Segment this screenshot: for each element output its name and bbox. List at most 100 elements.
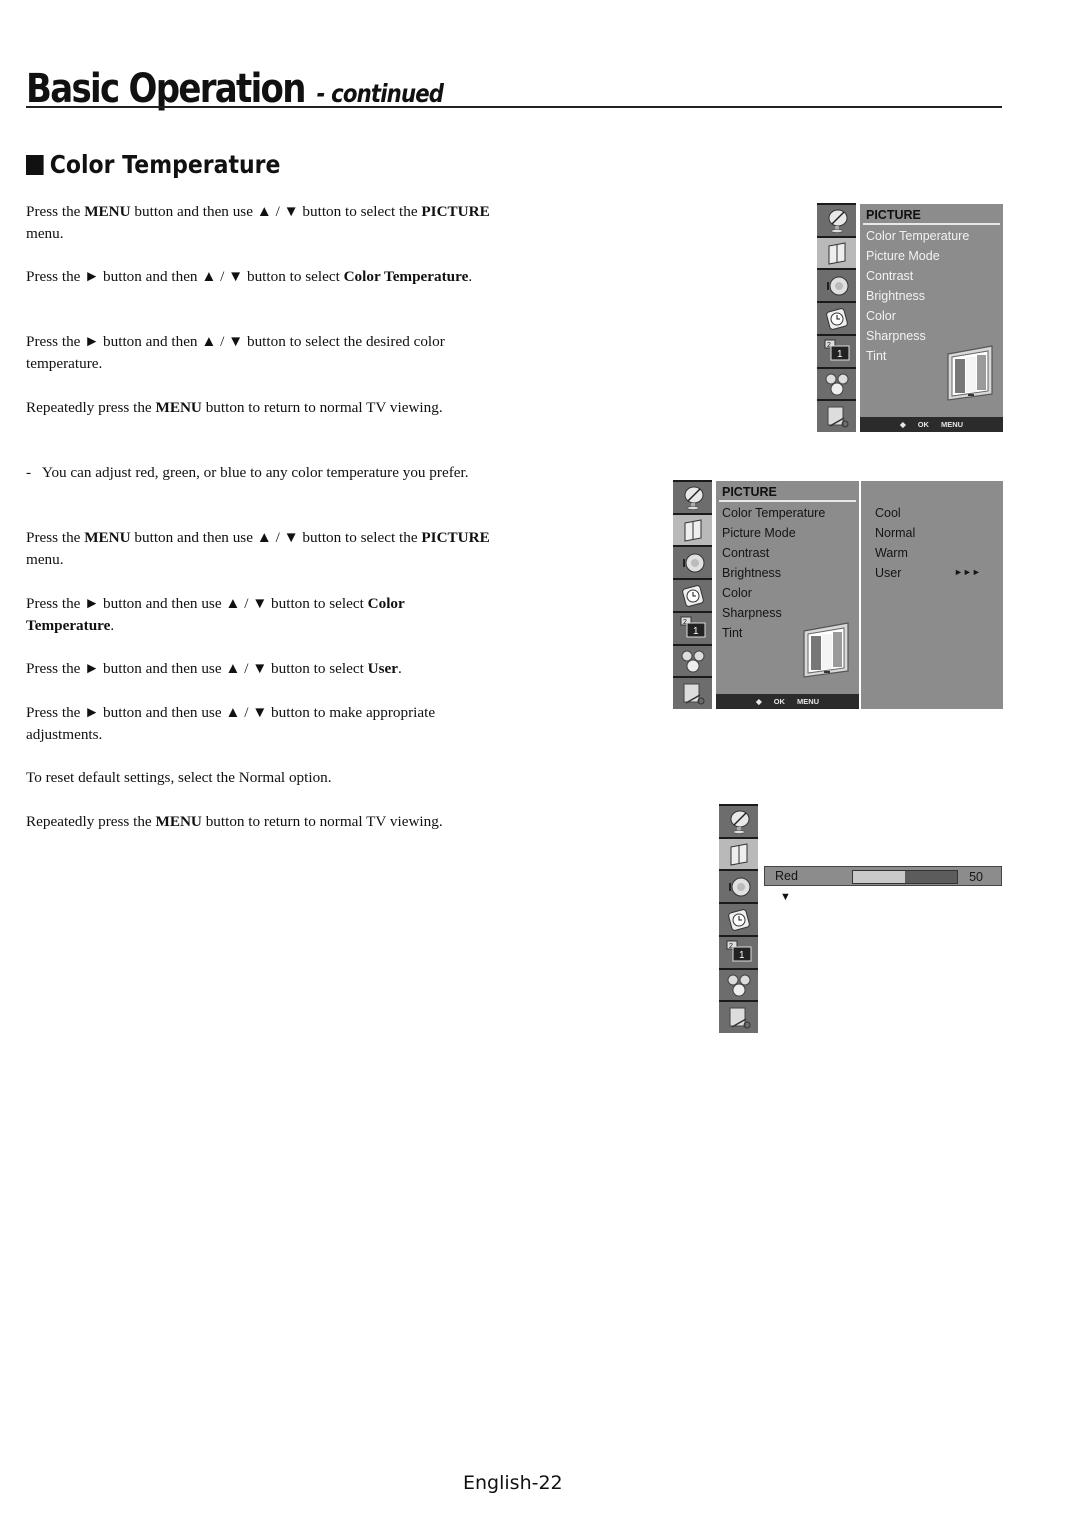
option-normal[interactable]: Normal [875, 526, 915, 540]
osd-tab-pip[interactable]: 21 [673, 612, 712, 644]
osd-tab-satellite-dish[interactable] [817, 205, 856, 236]
text-run: button and then use ▲ / ▼ button to sele… [130, 203, 422, 220]
osd-tab-gears[interactable] [817, 368, 856, 400]
osd-icon-column: 21 [817, 203, 856, 433]
gears-icon [726, 972, 752, 998]
instruction-b-6: Repeatedly press the MENU button to retu… [26, 811, 496, 833]
text-run: button and then use ▲ / ▼ button to sele… [130, 529, 422, 546]
footer-menu: MENU [796, 697, 820, 706]
slider-value: 50 [969, 870, 983, 884]
osd-tab-speaker[interactable] [719, 871, 758, 903]
osd-tab-satellite-dish[interactable] [719, 806, 758, 837]
pip-icon: 21 [726, 939, 752, 965]
menu-item-tint[interactable]: Tint [866, 349, 886, 363]
menu-item-color-temperature[interactable]: Color Temperature [722, 506, 825, 520]
osd-tab-speaker[interactable] [673, 547, 712, 579]
menu-footer: ◆ OK MENU [716, 694, 859, 709]
footer-menu: MENU [940, 420, 964, 429]
menu-title-rule [719, 500, 856, 502]
text-run: menu. [26, 551, 64, 568]
menu-item-contrast[interactable]: Contrast [722, 546, 769, 560]
osd-tab-gears[interactable] [719, 969, 758, 1001]
text-run: button to return to normal TV viewing. [201, 399, 443, 416]
section-bullet-icon [26, 154, 44, 175]
osd-tab-clock[interactable] [719, 904, 758, 935]
svg-text:1: 1 [693, 626, 699, 637]
instruction-b-1: Press the MENU button and then use ▲ / ▼… [26, 527, 496, 571]
move-icon: ◆ [755, 697, 762, 706]
menu-item-color[interactable]: Color [722, 586, 752, 600]
osd-tab-picture[interactable] [817, 237, 856, 269]
emphasis: PICTURE [421, 529, 490, 546]
satellite-dish-icon [824, 207, 850, 234]
osd-tab-pip[interactable]: 21 [719, 936, 758, 968]
osd-tab-gears[interactable] [673, 645, 712, 677]
menu-item-picture-mode[interactable]: Picture Mode [866, 249, 940, 263]
move-icon: ◆ [899, 420, 906, 429]
menu-title-rule [863, 223, 1000, 225]
footer-ok: OK [917, 420, 929, 429]
osd-tab-pip[interactable]: 21 [817, 335, 856, 367]
text-run: . [398, 660, 402, 677]
picture-menu-panel: PICTURE ◆ OK MENU Color Temperature Picture… [860, 204, 1003, 432]
red-slider[interactable] [852, 870, 958, 884]
osd-tab-satellite-dish[interactable] [673, 482, 712, 513]
text-run: To reset default settings, select the No… [26, 769, 332, 786]
speaker-icon [824, 273, 850, 299]
text-run: . [110, 617, 115, 634]
osd-tab-setup[interactable] [817, 401, 856, 433]
menu-item-color-temperature[interactable]: Color Temperature [866, 229, 969, 243]
text-run: Press the ► button and then use ▲ / ▼ bu… [26, 704, 436, 743]
page-subtitle: - continued [316, 79, 444, 108]
note: - You can adjust red, green, or blue to a… [26, 462, 492, 484]
instruction-a-2: Press the ► button and then ▲ / ▼ button… [26, 266, 496, 288]
osd-tab-speaker[interactable] [817, 270, 856, 302]
setup-icon [680, 681, 706, 707]
emphasis: MENU [155, 399, 202, 416]
svg-text:2: 2 [729, 943, 733, 950]
section-title: Color Temperature [49, 150, 281, 179]
svg-text:2: 2 [827, 342, 831, 349]
osd-tab-clock[interactable] [817, 303, 856, 334]
osd-red-adjust: 21 Red 50 ▼ [719, 804, 1003, 1034]
tv-picture-icon [803, 622, 849, 678]
emphasis: MENU [84, 529, 131, 546]
menu-item-tint[interactable]: Tint [722, 626, 742, 640]
menu-item-sharpness[interactable]: Sharpness [866, 329, 926, 343]
clock-icon [726, 907, 752, 933]
osd-tab-picture[interactable] [673, 514, 712, 546]
satellite-dish-icon [726, 808, 752, 835]
emphasis: Color Temperature [343, 268, 469, 285]
menu-title: PICTURE [722, 485, 777, 499]
setup-icon [726, 1005, 752, 1031]
color-temp-options-panel: Cool Normal Warm User ►►► [861, 481, 1003, 709]
picture-icon [726, 841, 752, 867]
option-user[interactable]: User [875, 566, 901, 580]
menu-item-sharpness[interactable]: Sharpness [722, 606, 782, 620]
page-number: English-22 [463, 1472, 563, 1494]
emphasis: PICTURE [421, 203, 490, 220]
option-warm[interactable]: Warm [875, 546, 908, 560]
menu-item-brightness[interactable]: Brightness [722, 566, 781, 580]
text-run: Press the ► button and then use ▲ / ▼ bu… [26, 595, 368, 612]
menu-item-picture-mode[interactable]: Picture Mode [722, 526, 796, 540]
text-run: Press the [26, 203, 85, 220]
osd-tab-picture[interactable] [719, 838, 758, 870]
setup-icon [824, 404, 850, 430]
menu-item-contrast[interactable]: Contrast [866, 269, 913, 283]
tv-picture-icon [947, 345, 993, 401]
osd-picture-menu: 21 PICTURE ◆ OK MENU Color Temperature Pict… [817, 203, 1003, 433]
title-rule [26, 106, 1002, 108]
osd-tab-setup[interactable] [719, 1002, 758, 1034]
osd-icon-column: 21 [673, 480, 712, 710]
osd-tab-setup[interactable] [673, 678, 712, 710]
text-run: . [468, 268, 473, 285]
instruction-b-2: Press the ► button and then use ▲ / ▼ bu… [26, 593, 496, 637]
option-cool[interactable]: Cool [875, 506, 901, 520]
text-run: menu. [26, 225, 64, 242]
pip-icon: 21 [824, 338, 850, 364]
osd-tab-clock[interactable] [673, 580, 712, 611]
menu-item-color[interactable]: Color [866, 309, 896, 323]
menu-item-brightness[interactable]: Brightness [866, 289, 925, 303]
text-run: button to return to normal TV viewing. [201, 813, 443, 830]
